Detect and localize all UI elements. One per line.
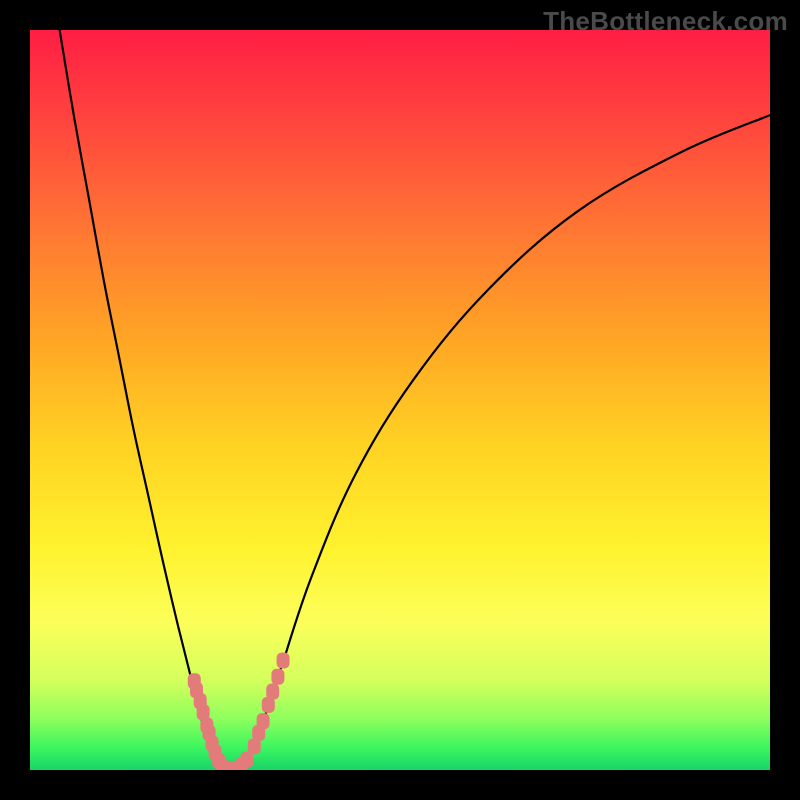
chart-frame	[30, 30, 770, 770]
watermark-text: TheBottleneck.com	[543, 6, 788, 37]
curve-right-branch	[237, 115, 770, 770]
data-bead	[266, 684, 279, 700]
data-bead	[257, 713, 270, 729]
data-bead	[271, 669, 284, 685]
data-bead	[277, 652, 290, 668]
beads-right-group	[235, 652, 289, 770]
curve-left-branch	[60, 30, 223, 770]
beads-left-group	[188, 673, 241, 770]
chart-svg	[30, 30, 770, 770]
